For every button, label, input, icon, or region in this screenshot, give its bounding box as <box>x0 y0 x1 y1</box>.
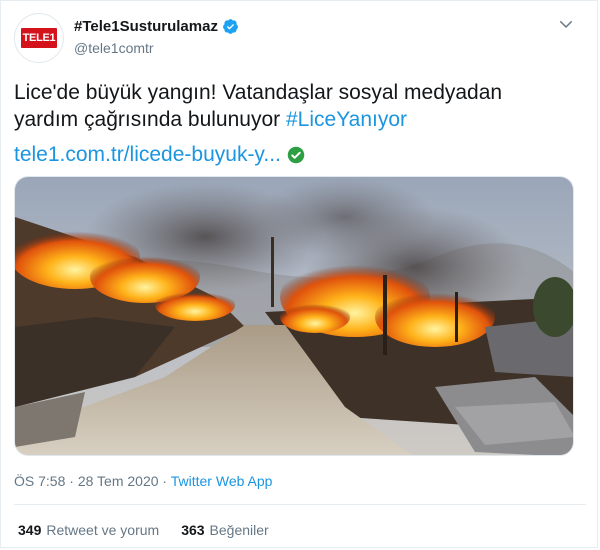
user-handle[interactable]: @tele1comtr <box>74 40 154 56</box>
tweet-photo[interactable] <box>14 176 574 456</box>
meta-separator: · <box>158 473 171 489</box>
url-link-row[interactable]: tele1.com.tr/licede-buyuk-y... <box>14 141 305 168</box>
source-app-link[interactable]: Twitter Web App <box>171 473 273 489</box>
tweet-text: Lice'de büyük yangın! Vatandaşlar sosyal… <box>14 79 574 133</box>
likes-stat[interactable]: 363 Beğeniler <box>181 522 269 538</box>
tweet-text-line2-start: yardım çağrısında bulunuyor <box>14 108 286 131</box>
tweet-stats: 349 Retweet ve yorum 363 Beğeniler <box>18 522 291 538</box>
likes-count: 363 <box>181 522 205 538</box>
retweets-stat[interactable]: 349 Retweet ve yorum <box>18 522 159 538</box>
verified-icon <box>223 19 238 34</box>
tweet-time[interactable]: ÖS 7:58 <box>14 473 65 489</box>
divider <box>14 504 586 505</box>
display-name-row[interactable]: #Tele1Susturulamaz <box>74 18 239 35</box>
retweets-count: 349 <box>18 522 42 538</box>
tweet-meta: ÖS 7:58 · 28 Tem 2020 · Twitter Web App <box>14 473 272 489</box>
retweets-label: Retweet ve yorum <box>46 522 160 538</box>
fire-photo-image <box>15 177 573 455</box>
chevron-down-icon[interactable] <box>557 15 575 33</box>
likes-label: Beğeniler <box>209 522 269 538</box>
hashtag-link[interactable]: #LiceYanıyor <box>286 108 407 131</box>
tweet-card: TELE1 #Tele1Susturulamaz @tele1comtr Lic… <box>0 0 598 548</box>
avatar[interactable]: TELE1 <box>14 13 64 63</box>
tweet-date[interactable]: 28 Tem 2020 <box>78 473 159 489</box>
tele1-logo: TELE1 <box>21 28 57 48</box>
tweet-text-line1: Lice'de büyük yangın! Vatandaşlar sosyal… <box>14 81 503 104</box>
url-link[interactable]: tele1.com.tr/licede-buyuk-y... <box>14 141 281 168</box>
meta-separator: · <box>65 473 78 489</box>
display-name[interactable]: #Tele1Susturulamaz <box>74 18 218 35</box>
link-check-icon <box>287 146 305 163</box>
tweet-text-line2: yardım çağrısında bulunuyor #LiceYanıyor <box>14 106 574 133</box>
